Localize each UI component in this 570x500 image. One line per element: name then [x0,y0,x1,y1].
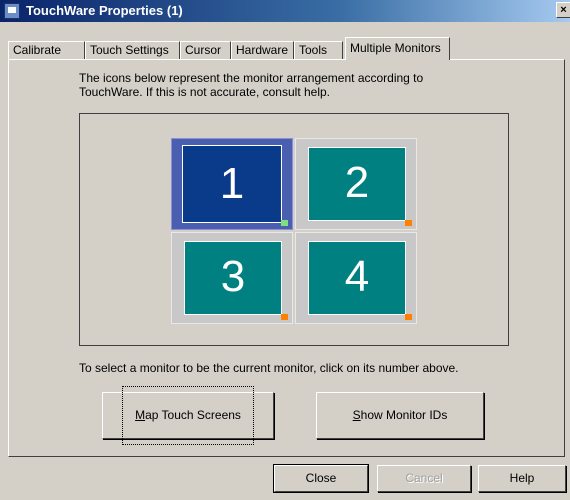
monitor-2-indicator [405,220,412,226]
cancel-label: Cancel [405,471,443,485]
map-touch-screens-label: Map Touch Screens [122,386,254,445]
close-icon[interactable]: × [556,2,570,18]
show-monitor-ids-button[interactable]: Show Monitor IDs [316,392,484,439]
help-button[interactable]: Help [478,465,566,492]
monitor-3-indicator [281,314,288,320]
touchware-app-icon [4,3,20,19]
tab-calibrate[interactable]: Calibrate [8,41,85,59]
monitor-3-number[interactable]: 3 [184,241,282,315]
show-monitor-ids-label: Show Monitor IDs [352,408,448,422]
tab-multiple-monitors[interactable]: Multiple Monitors [345,37,450,60]
tab-tools[interactable]: Tools [294,41,343,59]
monitor-4-number[interactable]: 4 [308,241,406,315]
help-label: Help [509,471,535,485]
tab-touch-settings[interactable]: Touch Settings [85,41,180,59]
map-touch-screens-button[interactable]: Map Touch Screens [102,386,274,445]
monitor-2-number[interactable]: 2 [308,147,406,221]
monitor-1-cell[interactable]: 1 [171,138,293,230]
tab-hardware[interactable]: Hardware [231,41,294,59]
monitor-1-number[interactable]: 1 [182,145,282,223]
properties-dialog: TouchWare Properties (1) × Calibrate Tou… [0,0,570,500]
close-button[interactable]: Close [273,464,369,493]
selection-instruction: To select a monitor to be the current mo… [79,361,459,375]
monitor-3-cell[interactable]: 3 [171,232,293,324]
monitor-arrangement: 1 2 3 4 [79,113,509,346]
monitor-4-indicator [405,314,412,320]
cancel-button: Cancel [377,465,471,492]
monitor-4-cell[interactable]: 4 [295,232,417,324]
close-label: Close [305,471,337,485]
tab-cursor[interactable]: Cursor [180,41,231,59]
window-title: TouchWare Properties (1) [26,3,183,18]
arrangement-description: The icons below represent the monitor ar… [79,71,424,99]
monitor-2-cell[interactable]: 2 [295,138,417,230]
title-bar[interactable]: TouchWare Properties (1) × [0,0,570,22]
monitor-1-indicator [281,220,288,226]
